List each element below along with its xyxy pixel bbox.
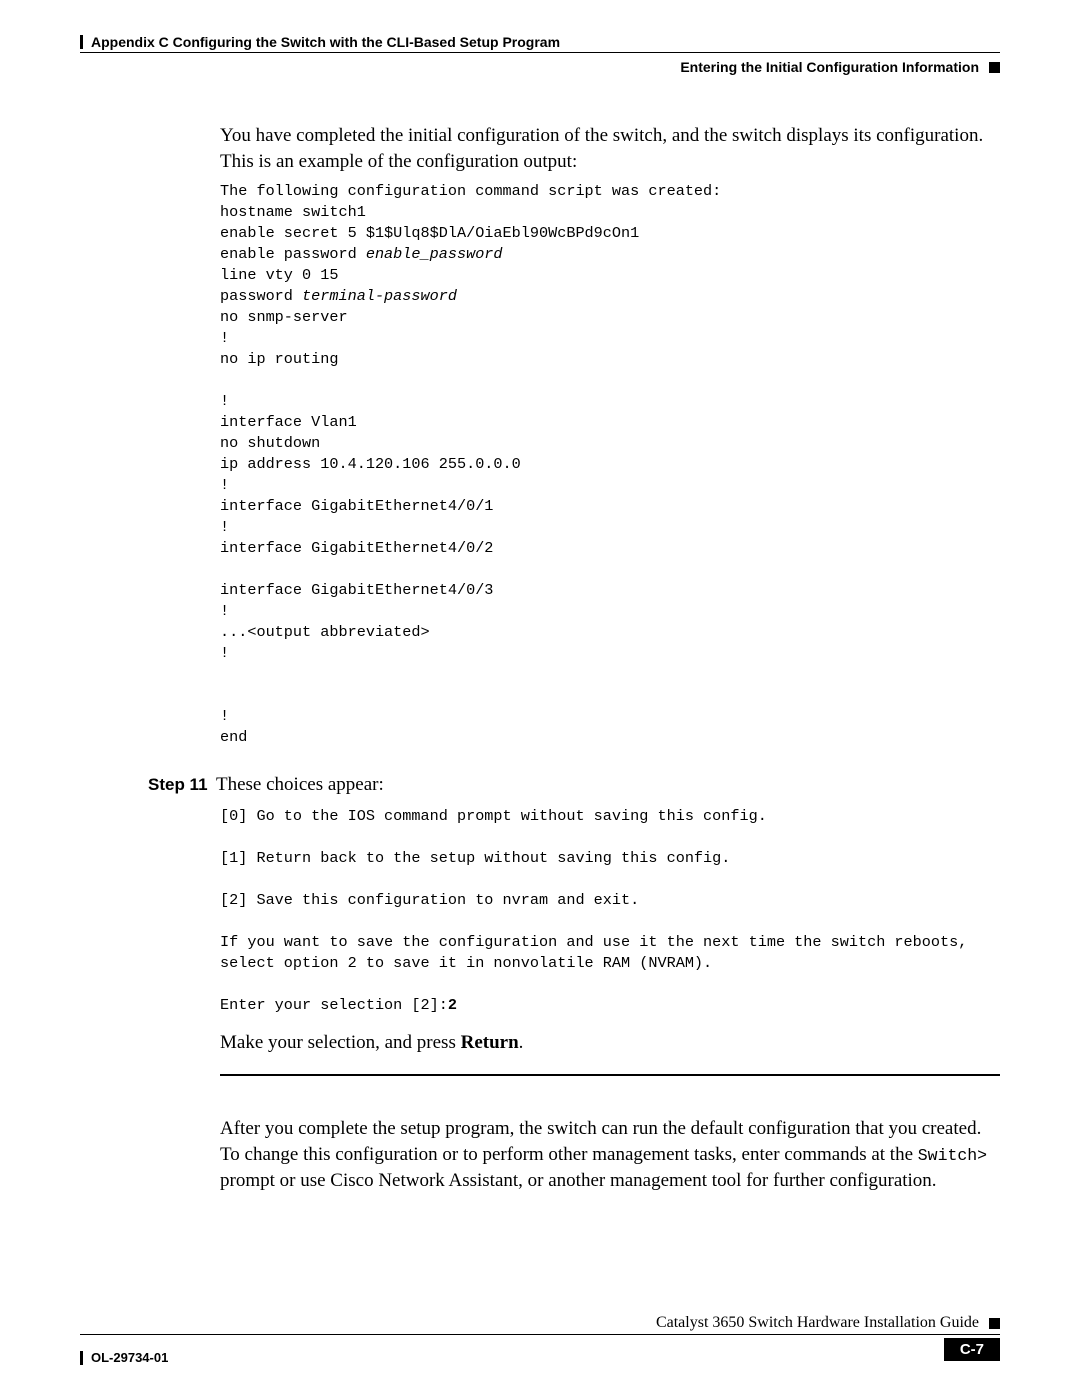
header-rule-line <box>80 52 1000 53</box>
step-11-choices-block: [0] Go to the IOS command prompt without… <box>220 806 1000 1016</box>
after-paragraph: After you complete the setup program, th… <box>220 1116 1000 1195</box>
step-11-body-1: Make your selection, and press <box>220 1032 461 1053</box>
config-italic-1: enable_password <box>366 245 503 263</box>
config-output-block: The following configuration command scri… <box>220 181 1000 747</box>
step-11-selection-bold: 2 <box>448 996 457 1014</box>
header-section-title: Entering the Initial Configuration Infor… <box>680 59 979 75</box>
step-11-pre: [0] Go to the IOS command prompt without… <box>220 807 976 1014</box>
header-section-row: Entering the Initial Configuration Infor… <box>80 59 1000 75</box>
step-11-instruction: Make your selection, and press Return. <box>220 1030 1000 1056</box>
step-11-text: These choices appear: <box>216 772 384 798</box>
step-end-rule <box>220 1074 1000 1076</box>
footer-guide-title: Catalyst 3650 Switch Hardware Installati… <box>656 1314 979 1332</box>
header-chapter: Appendix C Configuring the Switch with t… <box>91 34 560 50</box>
after-text-2: prompt or use Cisco Network Assistant, o… <box>220 1170 937 1191</box>
step-11-body-2: . <box>519 1032 524 1053</box>
switch-prompt-mono: Switch> <box>918 1146 987 1165</box>
footer-vbar-icon <box>80 1351 83 1365</box>
page-number: C-7 <box>944 1338 1000 1361</box>
step-11-return-bold: Return <box>461 1032 519 1053</box>
footer-square-icon <box>989 1318 1000 1329</box>
footer-rule-line <box>80 1334 1000 1335</box>
header-square-icon <box>989 62 1000 73</box>
step-11-label: Step 11 <box>148 775 216 795</box>
config-italic-2: terminal-password <box>302 287 457 305</box>
intro-paragraph: You have completed the initial configura… <box>220 123 1000 175</box>
header-top-row: Appendix C Configuring the Switch with t… <box>80 34 1000 50</box>
config-text-3: no snmp-server ! no ip routing ! interfa… <box>220 308 521 745</box>
footer-doc-number: OL-29734-01 <box>91 1350 168 1365</box>
header-vbar-icon <box>80 35 83 49</box>
page-footer: Catalyst 3650 Switch Hardware Installati… <box>80 1314 1000 1365</box>
after-text-1: After you complete the setup program, th… <box>220 1118 981 1165</box>
